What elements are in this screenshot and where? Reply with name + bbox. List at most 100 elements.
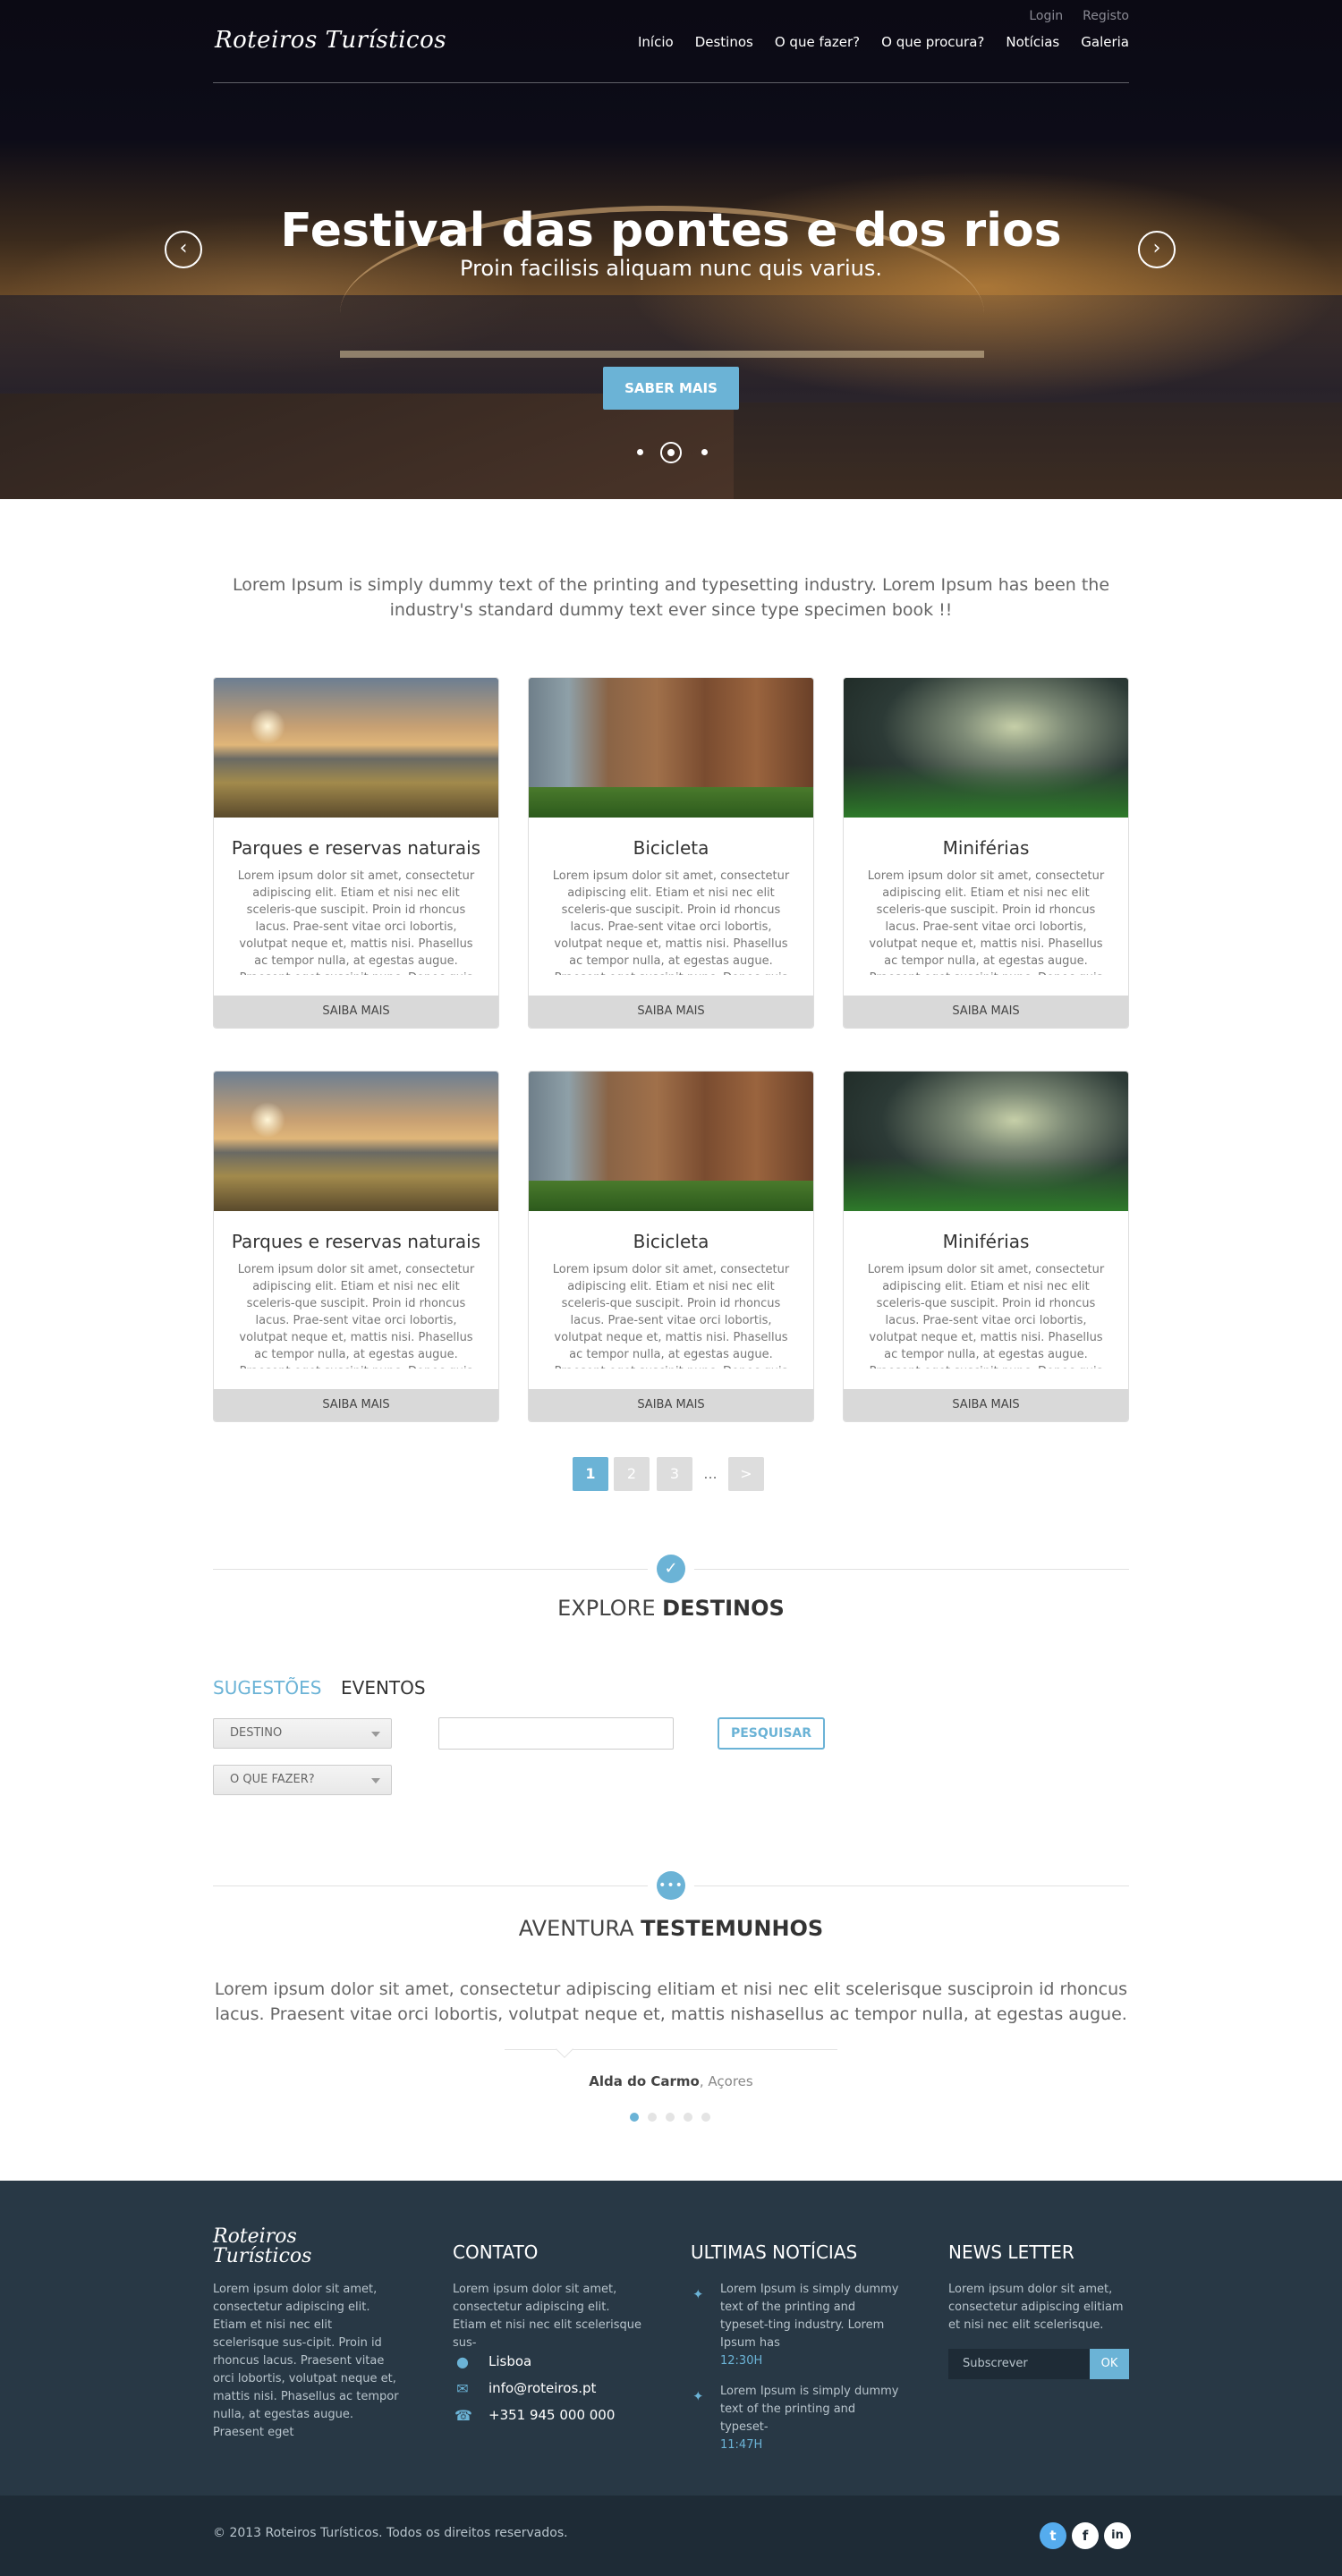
card-image[interactable] [529,678,813,818]
testimonial-dot-active[interactable] [630,2113,639,2122]
news-item[interactable]: Lorem Ipsum is simply dummy text of the … [720,2383,905,2454]
testimonial-quote: Lorem ipsum dolor sit amet, consectetur … [214,1979,1128,2024]
testimonial-dot[interactable] [648,2113,657,2122]
card-title: Miniférias [942,1231,1030,1252]
news-time: 12:30H [720,2354,763,2368]
next-page-button[interactable]: > [728,1457,764,1491]
slide-dot[interactable] [637,449,643,455]
checkmark-icon: ✓ [657,1555,685,1583]
pesquisar-button[interactable]: PESQUISAR [718,1717,825,1750]
newsletter-text: Lorem ipsum dolor sit amet, consectetur … [948,2283,1124,2332]
saiba-mais-button[interactable]: SAIBA MAIS [529,1389,813,1421]
saiba-mais-button[interactable]: SAIBA MAIS [844,996,1128,1028]
footer-logo[interactable]: Roteiros Turísticos [213,2227,392,2267]
nav-item-noticias[interactable]: Notícias [1006,34,1059,50]
testimonial-dot[interactable] [684,2113,692,2122]
testimonials-title-bold: TESTEMUNHOS [641,1916,824,1941]
saiba-mais-button[interactable]: SAIBA MAIS [529,996,813,1028]
explore-title: EXPLORE DESTINOS [213,1596,1129,1621]
newsletter-email-field[interactable]: Subscrever [948,2349,1090,2379]
news-item[interactable]: Lorem Ipsum is simply dummy text of the … [720,2281,905,2370]
bottom-bar [0,2496,1342,2576]
chevron-right-icon[interactable]: › [1138,231,1176,268]
card: Miniférias Lorem ipsum dolor sit amet, c… [843,1071,1129,1422]
news-time: 11:47H [720,2438,763,2452]
login-link[interactable]: Login [1029,9,1063,23]
contact-email[interactable]: info@roteiros.pt [488,2380,596,2396]
speech-bubble-icon: ••• [657,1871,685,1900]
card-image[interactable] [844,1072,1128,1211]
explore-title-bold: DESTINOS [662,1596,785,1621]
hero-slider: Roteiros Turísticos Login Registo Início D… [0,0,1342,499]
footer-contact-text: Lorem ipsum dolor sit amet, consectetur … [453,2283,641,2350]
tab-sugestoes[interactable]: SUGESTÕES [213,1677,321,1699]
register-link[interactable]: Registo [1083,9,1129,23]
o-que-fazer-select[interactable]: O QUE FAZER? [213,1765,392,1795]
testimonials-title-light: AVENTURA [518,1916,634,1941]
testimonial-dot[interactable] [701,2113,710,2122]
tab-eventos[interactable]: EVENTOS [341,1677,426,1699]
author-name: Alda do Carmo [589,2073,700,2089]
copyright-text: © 2013 Roteiros Turísticos. Todos os dir… [213,2526,568,2540]
card-text: Lorem ipsum dolor sit amet, consectetur … [867,1263,1105,1368]
card-title: Bicicleta [633,1231,709,1252]
nav-item-inicio[interactable]: Início [638,34,674,50]
nav-item-galeria[interactable]: Galeria [1081,34,1129,50]
chevron-down-icon [371,1732,380,1737]
testimonial-author: Alda do Carmo, Açores [0,2073,1342,2089]
card-title: Bicicleta [633,837,709,859]
footer-about-text: Lorem ipsum dolor sit amet, consectetur … [213,2283,399,2439]
main-nav: Início Destinos O que fazer? O que procura?… [616,34,1129,50]
footer [0,2181,1342,2496]
card-text: Lorem ipsum dolor sit amet, consectetur … [237,869,475,975]
page-1-button[interactable]: 1 [573,1457,608,1491]
slide-dot-active[interactable] [660,442,682,463]
card-title: Miniférias [942,837,1030,859]
explore-title-light: EXPLORE [557,1596,656,1621]
testimonial-dot[interactable] [666,2113,675,2122]
card-text: Lorem ipsum dolor sit amet, consectetur … [867,869,1105,975]
hero-saber-mais-button[interactable]: SABER MAIS [603,367,739,410]
site-logo[interactable]: Roteiros Turísticos [215,27,446,54]
newsletter-ok-button[interactable]: OK [1090,2349,1129,2379]
search-input[interactable] [438,1717,674,1750]
location-pin-icon: ● [456,2353,469,2370]
card-image[interactable] [844,678,1128,818]
slide-dot[interactable] [701,449,708,455]
nav-item-o-que-fazer[interactable]: O que fazer? [775,34,860,50]
footer-news-title: ULTIMAS NOTÍCIAS [691,2241,858,2263]
card-image[interactable] [214,1072,498,1211]
card: Parques e reservas naturais Lorem ipsum … [213,677,499,1029]
page-3-button[interactable]: 3 [657,1457,692,1491]
card-image[interactable] [214,678,498,818]
card: Bicicleta Lorem ipsum dolor sit amet, co… [528,677,814,1029]
saiba-mais-button[interactable]: SAIBA MAIS [214,996,498,1028]
saiba-mais-button[interactable]: SAIBA MAIS [844,1389,1128,1421]
saiba-mais-button[interactable]: SAIBA MAIS [214,1389,498,1421]
card: Bicicleta Lorem ipsum dolor sit amet, co… [528,1071,814,1422]
destino-select[interactable]: DESTINO [213,1718,392,1749]
linkedin-icon[interactable]: in [1104,2522,1131,2549]
twitter-icon[interactable]: t [1040,2522,1066,2549]
news-text: Lorem Ipsum is simply dummy text of the … [720,2283,899,2350]
card-text: Lorem ipsum dolor sit amet, consectetur … [552,1263,790,1368]
card-image[interactable] [529,1072,813,1211]
page-2-button[interactable]: 2 [614,1457,650,1491]
contact-location: Lisboa [488,2353,532,2369]
contact-phone: +351 945 000 000 [488,2407,616,2423]
page-ellipsis: ... [703,1465,718,1482]
twitter-bird-icon: ✦ [692,2388,704,2404]
envelope-icon: ✉ [456,2380,469,2397]
nav-divider [213,82,1129,83]
twitter-bird-icon: ✦ [692,2286,704,2302]
footer-contact-title: CONTATO [453,2241,539,2263]
nav-item-o-que-procura[interactable]: O que procura? [881,34,984,50]
nav-item-destinos[interactable]: Destinos [695,34,753,50]
footer-newsletter-title: NEWS LETTER [948,2241,1074,2263]
news-text: Lorem Ipsum is simply dummy text of the … [720,2385,899,2434]
card: Parques e reservas naturais Lorem ipsum … [213,1071,499,1422]
chevron-left-icon[interactable]: ‹ [165,231,202,268]
quote-pointer [556,2040,573,2058]
facebook-icon[interactable]: f [1072,2522,1099,2549]
hero-background-bridge-deck [340,351,984,358]
